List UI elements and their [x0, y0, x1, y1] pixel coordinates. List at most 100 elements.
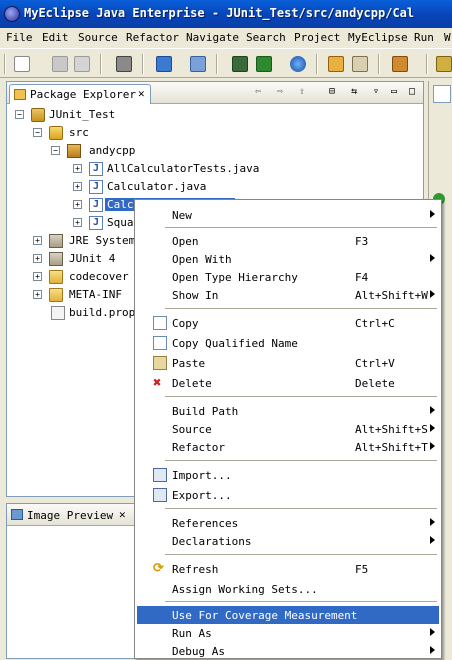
collapse-toggle[interactable]: − [51, 146, 60, 155]
menu-item-shortcut: Ctrl+V [355, 357, 395, 370]
java-file-icon [89, 180, 103, 194]
search-tool-icon[interactable] [392, 56, 408, 72]
menu-window[interactable]: W [444, 31, 451, 44]
menu-search[interactable]: Search [246, 31, 286, 44]
menu-item-import[interactable]: Import... [137, 466, 439, 484]
menu-item-shortcut: Alt+Shift+W [355, 289, 428, 302]
menu-project[interactable]: Project [294, 31, 340, 44]
menu-file[interactable]: File [6, 31, 33, 44]
menu-run[interactable]: Run [414, 31, 434, 44]
menu-source[interactable]: Source [78, 31, 118, 44]
print-icon[interactable] [74, 56, 90, 72]
image-preview-icon [11, 509, 23, 520]
run-server-icon[interactable] [190, 56, 206, 72]
package-explorer-tab-bar: Package Explorer ✕ ⇦ ⇨ ⇧ ⊟ ⇆ ▿ ▭ □ [7, 82, 423, 104]
tree-node[interactable]: − JUnit_Test [7, 106, 423, 124]
run-icon[interactable] [256, 56, 272, 72]
browser-icon[interactable] [290, 56, 306, 72]
menu-edit[interactable]: Edit [42, 31, 69, 44]
minimize-icon[interactable]: ▭ [387, 86, 401, 98]
menu-item-show-in[interactable]: Show In Alt+Shift+W [137, 286, 439, 304]
menu-item-label: Open With [172, 253, 232, 266]
tree-node[interactable]: − src [7, 124, 423, 142]
submenu-arrow-icon [430, 406, 435, 414]
view-menu-icon[interactable]: ▿ [369, 86, 383, 98]
eclipse-app-icon[interactable] [4, 6, 20, 22]
toolbar-separator [216, 54, 218, 74]
menu-item-run-as[interactable]: Run As [137, 624, 439, 642]
package-explorer-icon [14, 89, 26, 100]
menu-item-declarations[interactable]: Declarations [137, 532, 439, 550]
menu-separator [165, 396, 437, 397]
menu-item-open-type-hierarchy[interactable]: Open Type Hierarchy F4 [137, 268, 439, 286]
close-icon[interactable]: ✕ [138, 87, 145, 100]
menu-myeclipse[interactable]: MyEclipse [348, 31, 408, 44]
toolbar-separator [100, 54, 102, 74]
debug-icon[interactable] [156, 56, 172, 72]
console-icon[interactable] [116, 56, 132, 72]
submenu-arrow-icon [430, 424, 435, 432]
menu-item-copy-qualified-name[interactable]: Copy Qualified Name [137, 334, 439, 352]
menu-item-export[interactable]: Export... [137, 486, 439, 504]
menu-item-label: Open [172, 235, 199, 248]
submenu-arrow-icon [430, 254, 435, 262]
back-icon[interactable]: ⇦ [251, 86, 265, 98]
expand-toggle[interactable]: + [73, 200, 82, 209]
folder-icon [49, 270, 63, 284]
forward-icon[interactable]: ⇨ [273, 86, 287, 98]
submenu-arrow-icon [430, 290, 435, 298]
menu-item-paste[interactable]: Paste Ctrl+V [137, 354, 439, 372]
menu-item-references[interactable]: References [137, 514, 439, 532]
node-label: Squa [107, 216, 134, 229]
package-icon [67, 144, 81, 158]
expand-toggle[interactable]: + [33, 272, 42, 281]
deploy-icon[interactable] [232, 56, 248, 72]
expand-toggle[interactable]: + [73, 182, 82, 191]
open-resource-icon[interactable] [352, 56, 368, 72]
node-label: META-INF [69, 288, 122, 301]
menu-item-build-path[interactable]: Build Path [137, 402, 439, 420]
close-icon[interactable]: ✕ [119, 508, 126, 521]
new-icon[interactable] [14, 56, 30, 72]
tree-node[interactable]: + Calculator.java [7, 178, 423, 196]
expand-toggle[interactable]: + [73, 164, 82, 173]
tab-image-preview[interactable]: Image Preview [27, 509, 113, 522]
menu-item-delete[interactable]: ✖ Delete Delete [137, 374, 439, 392]
toolbar-separator [142, 54, 144, 74]
tree-node[interactable]: − andycpp [7, 142, 423, 160]
menu-item-assign-working-sets[interactable]: Assign Working Sets... [137, 580, 439, 598]
menu-refactor[interactable]: Refactor [126, 31, 179, 44]
menu-item-use-for-coverage[interactable]: Use For Coverage Measurement [137, 606, 439, 624]
perspective-icon[interactable] [436, 56, 452, 72]
expand-toggle[interactable]: + [33, 290, 42, 299]
expand-toggle[interactable]: + [73, 218, 82, 227]
menu-item-label: Use For Coverage Measurement [172, 609, 358, 622]
menu-navigate[interactable]: Navigate [186, 31, 239, 44]
collapse-toggle[interactable]: − [33, 128, 42, 137]
tree-node[interactable]: + AllCalculatorTests.java [7, 160, 423, 178]
menu-item-shortcut: F5 [355, 563, 369, 576]
collapse-toggle[interactable]: − [15, 110, 24, 119]
tab-package-explorer[interactable]: Package Explorer ✕ [9, 84, 151, 104]
maximize-icon[interactable]: □ [405, 86, 419, 98]
menu-item-open[interactable]: Open F3 [137, 232, 439, 250]
menu-item-refresh[interactable]: ⟳ Refresh F5 [137, 560, 439, 578]
editor-tab[interactable] [433, 85, 451, 103]
node-label: andycpp [89, 144, 136, 157]
collapse-all-icon[interactable]: ⊟ [325, 86, 339, 98]
up-icon[interactable]: ⇧ [295, 86, 309, 98]
link-with-editor-icon[interactable]: ⇆ [347, 86, 361, 98]
menu-item-open-with[interactable]: Open With [137, 250, 439, 268]
menu-item-debug-as[interactable]: Debug As [137, 642, 439, 660]
expand-toggle[interactable]: + [33, 236, 42, 245]
save-icon[interactable] [52, 56, 68, 72]
menu-item-copy[interactable]: Copy Ctrl+C [137, 314, 439, 332]
expand-toggle[interactable]: + [33, 254, 42, 263]
menu-separator [165, 460, 437, 461]
menu-item-refactor[interactable]: Refactor Alt+Shift+T [137, 438, 439, 456]
title-bar: MyEclipse Java Enterprise - JUnit_Test/s… [0, 0, 452, 28]
open-type-icon[interactable] [328, 56, 344, 72]
menu-item-shortcut: Delete [355, 377, 395, 390]
menu-item-new[interactable]: New [137, 206, 439, 224]
menu-item-source[interactable]: Source Alt+Shift+S [137, 420, 439, 438]
